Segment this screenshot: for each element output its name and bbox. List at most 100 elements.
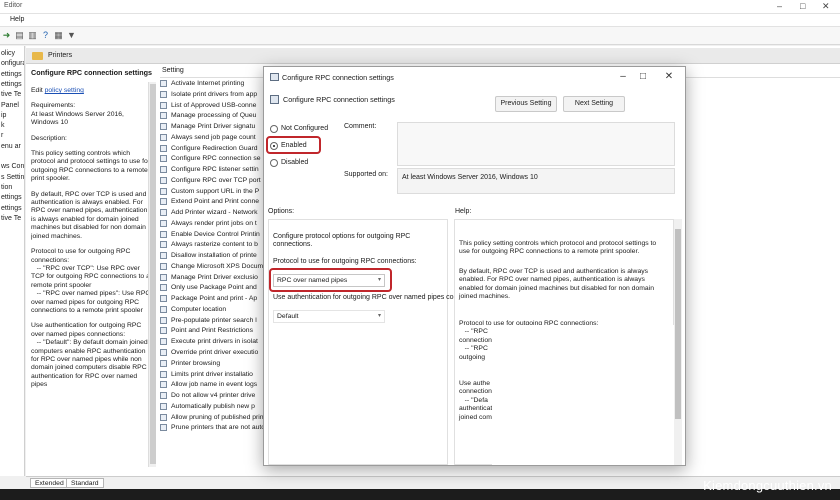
supported-on-value: At least Windows Server 2016, Windows 10 bbox=[402, 174, 538, 181]
policy-setting-icon bbox=[160, 402, 167, 410]
description-paragraph: By default, RPC over TCP is used and aut… bbox=[31, 190, 148, 240]
minimize-icon[interactable]: – bbox=[777, 1, 782, 11]
policy-setting-icon bbox=[160, 209, 167, 217]
setting-name: Manage Print Driver exclusio bbox=[171, 273, 258, 281]
maximize-icon[interactable]: □ bbox=[633, 70, 653, 84]
previous-setting-button[interactable]: Previous Setting bbox=[495, 96, 557, 112]
policy-setting-icon bbox=[160, 295, 167, 303]
tree-item[interactable]: tive Te bbox=[1, 215, 21, 222]
setting-name: Enable Device Control Printin bbox=[171, 230, 260, 238]
scrollbar-thumb[interactable] bbox=[675, 229, 681, 419]
setting-name: Package Point and print - Ap bbox=[171, 295, 258, 303]
tree-item[interactable]: ip bbox=[1, 112, 6, 119]
tree-item[interactable]: ettings bbox=[1, 205, 22, 212]
tree-item[interactable]: ettings bbox=[1, 194, 22, 201]
up-folder-icon[interactable]: ▤ bbox=[14, 30, 25, 41]
setting-name: Only use Package Point and bbox=[171, 284, 257, 292]
policy-setting-icon bbox=[160, 187, 167, 195]
options-panel: Configure protocol options for outgoing … bbox=[268, 219, 485, 465]
tab-standard[interactable]: Standard bbox=[66, 478, 104, 488]
navigation-tree[interactable]: olicy onfigurat ettings ettings tive Te Panel… bbox=[0, 46, 25, 476]
tree-item[interactable]: ws Con bbox=[1, 163, 24, 170]
comment-field[interactable] bbox=[397, 122, 675, 166]
setting-name: Change Microsoft XPS Docum bbox=[171, 262, 264, 270]
setting-name: Automatically publish new p bbox=[171, 402, 255, 410]
minimize-icon[interactable]: – bbox=[613, 70, 633, 84]
policy-icon bbox=[270, 73, 279, 81]
supported-on-field: At least Windows Server 2016, Windows 10 bbox=[397, 168, 675, 194]
setting-name: Configure RPC connection se bbox=[171, 155, 261, 163]
policy-setting-icon bbox=[160, 241, 167, 249]
tree-item[interactable]: enu ar bbox=[1, 143, 21, 150]
setting-name: Configure RPC over TCP port bbox=[171, 176, 261, 184]
radio-dot[interactable] bbox=[270, 159, 278, 167]
folder-icon bbox=[32, 52, 43, 60]
help-scrollbar[interactable] bbox=[674, 219, 682, 465]
setting-name: Extend Point and Print conne bbox=[171, 198, 260, 206]
policy-setting-icon bbox=[160, 123, 167, 131]
auth-select[interactable]: Default ▾ bbox=[273, 310, 385, 323]
filter-icon[interactable]: ▼ bbox=[66, 30, 77, 41]
policy-setting-icon bbox=[160, 424, 167, 432]
description-label: Description: bbox=[31, 134, 67, 142]
requirements-text: Requirements: At least Windows Server 20… bbox=[31, 102, 124, 127]
setting-name: Add Printer wizard - Network bbox=[171, 209, 258, 217]
tree-item[interactable]: tive Te bbox=[1, 91, 21, 98]
tab-extended[interactable]: Extended bbox=[30, 478, 69, 488]
tree-item[interactable]: s Settings bbox=[1, 174, 24, 181]
menu-help[interactable]: Help bbox=[10, 16, 24, 23]
tree-item[interactable]: onfigurat bbox=[1, 60, 24, 67]
setting-name: Always send job page count bbox=[171, 133, 256, 141]
policy-setting-icon bbox=[160, 327, 167, 335]
tree-item[interactable]: olicy bbox=[1, 50, 15, 57]
setting-name: Allow pruning of published printers bbox=[171, 413, 275, 421]
next-setting-button[interactable]: Next Setting bbox=[563, 96, 625, 112]
policy-setting-icon bbox=[160, 316, 167, 324]
tree-item[interactable]: Panel bbox=[1, 102, 19, 109]
policy-setting-icon bbox=[160, 90, 167, 98]
setting-name: Always render print jobs on t bbox=[171, 219, 257, 227]
tree-item[interactable]: tion bbox=[1, 184, 12, 191]
policy-setting-icon bbox=[160, 166, 167, 174]
policy-setting-icon bbox=[160, 273, 167, 281]
auth-select-value: Default bbox=[277, 313, 299, 320]
policy-setting-icon bbox=[160, 284, 167, 292]
setting-name: Execute print drivers in isolat bbox=[171, 338, 258, 346]
radio-dot[interactable] bbox=[270, 125, 278, 133]
column-setting[interactable]: Setting bbox=[162, 67, 184, 74]
show-hide-tree-icon[interactable]: ▥ bbox=[27, 30, 38, 41]
setting-name: Limits print driver installatio bbox=[171, 370, 253, 378]
edit-policy-link[interactable]: policy setting bbox=[45, 87, 84, 94]
setting-name: Override print driver executio bbox=[171, 349, 259, 356]
description-scrollbar[interactable] bbox=[148, 82, 156, 467]
description-paragraph: Protocol to use for outgoing RPC connect… bbox=[31, 248, 151, 314]
description-paragraph: This policy setting controls which proto… bbox=[31, 150, 151, 183]
dialog-header-title: Configure RPC connection settings bbox=[283, 95, 395, 104]
policy-setting-dialog: Configure RPC connection settings – □ ✕ … bbox=[263, 66, 686, 466]
forward-icon[interactable]: ➜ bbox=[1, 30, 12, 41]
policy-setting-icon bbox=[160, 101, 167, 109]
tree-item[interactable]: k bbox=[1, 122, 5, 129]
radio-label: Not Configured bbox=[281, 125, 329, 132]
tree-item[interactable]: ettings bbox=[1, 71, 22, 78]
tree-item[interactable]: ettings bbox=[1, 81, 22, 88]
help-icon[interactable]: ? bbox=[40, 30, 51, 41]
close-icon[interactable]: ✕ bbox=[659, 70, 679, 84]
tree-item[interactable]: r bbox=[1, 132, 3, 139]
dialog-window-title: Configure RPC connection settings bbox=[282, 73, 394, 82]
setting-name: Manage processing of Queu bbox=[171, 112, 257, 120]
scrollbar-thumb[interactable] bbox=[150, 84, 156, 464]
close-icon[interactable]: ✕ bbox=[822, 1, 830, 12]
policy-setting-icon bbox=[160, 381, 167, 389]
policy-setting-icon bbox=[160, 338, 167, 346]
extended-description: Configure RPC connection settings Edit p… bbox=[31, 68, 153, 478]
policy-setting-icon bbox=[160, 80, 167, 87]
setting-name: Activate Internet printing bbox=[171, 80, 245, 87]
policy-setting-icon bbox=[160, 112, 167, 120]
maximize-icon[interactable]: □ bbox=[800, 1, 805, 11]
properties-icon[interactable]: ▦ bbox=[53, 30, 64, 41]
help-paragraph: This policy setting controls which proto… bbox=[459, 240, 659, 256]
description-paragraph: Use authentication for outgoing RPC over… bbox=[31, 322, 148, 389]
setting-name: Do not allow v4 printer drive bbox=[171, 392, 256, 400]
highlight-box bbox=[266, 136, 321, 154]
